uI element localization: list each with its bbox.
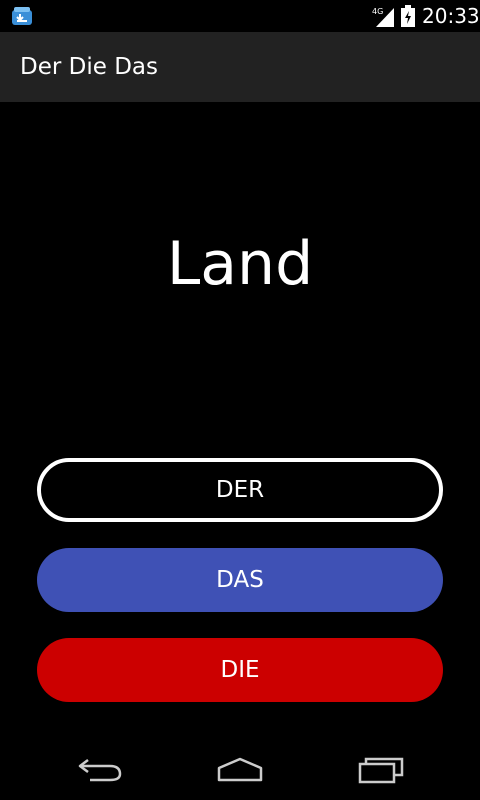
download-notification-icon — [11, 6, 33, 26]
die-button[interactable]: DIE — [37, 638, 443, 702]
das-button[interactable]: DAS — [37, 548, 443, 612]
status-time: 20:33 — [422, 4, 480, 28]
die-button-label: DIE — [220, 657, 260, 683]
das-button-label: DAS — [216, 567, 264, 593]
quiz-word: Land — [166, 229, 314, 299]
battery-charging-icon — [401, 5, 415, 27]
der-button-label: DER — [215, 477, 265, 503]
home-icon[interactable] — [210, 754, 270, 784]
action-bar: Der Die Das — [0, 32, 480, 102]
recents-icon[interactable] — [352, 754, 412, 784]
svg-text:4G: 4G — [372, 7, 383, 16]
app-title: Der Die Das — [20, 54, 158, 80]
back-icon[interactable] — [70, 754, 130, 784]
status-bar: 4G 20:33 — [0, 0, 480, 32]
der-button[interactable]: DER — [37, 458, 443, 522]
signal-icon: 4G — [372, 5, 396, 27]
navigation-bar — [0, 736, 480, 800]
